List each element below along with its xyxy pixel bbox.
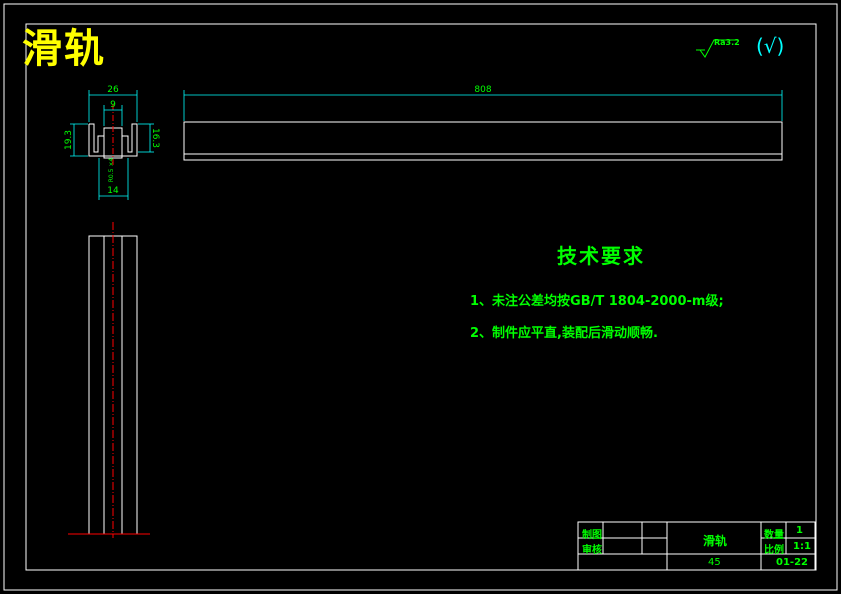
tech-requirement-2: 2、制件应平直,装配后滑动顺畅. (470, 326, 658, 341)
tb-quantity-value: 1 (796, 525, 803, 536)
tb-checker-label: 审核 (582, 545, 602, 556)
dim-overall-length: 808 (474, 85, 491, 95)
tb-material: 45 (708, 557, 721, 568)
dim-bottom-width: 14 (107, 186, 119, 196)
dim-slot-width: 9 (110, 100, 116, 110)
long-view (183, 121, 783, 161)
dim-height-right: 16.3 (150, 128, 160, 148)
tech-requirements-title: 技术要求 (557, 244, 645, 268)
dim-height-left: 19.3 (64, 130, 74, 150)
drawing-title: 滑轨 (22, 26, 106, 72)
dim-small-note: R0.5 ×4 (108, 158, 115, 183)
tb-designer-label: 制图 (582, 530, 602, 541)
tech-requirement-1: 1、未注公差均按GB/T 1804-2000-m级; (470, 294, 724, 309)
tb-scale-value: 1:1 (793, 541, 811, 552)
tb-scale-label: 比例 (764, 545, 784, 556)
tb-drawing-no: 01-22 (776, 557, 808, 568)
roughness-value: Ra3.2 (714, 38, 740, 47)
dim-width-top: 26 (107, 85, 119, 95)
tb-quantity-label: 数量 (764, 530, 784, 541)
roughness-paren: (√) (756, 34, 785, 58)
tb-part-name: 滑轨 (703, 534, 728, 548)
